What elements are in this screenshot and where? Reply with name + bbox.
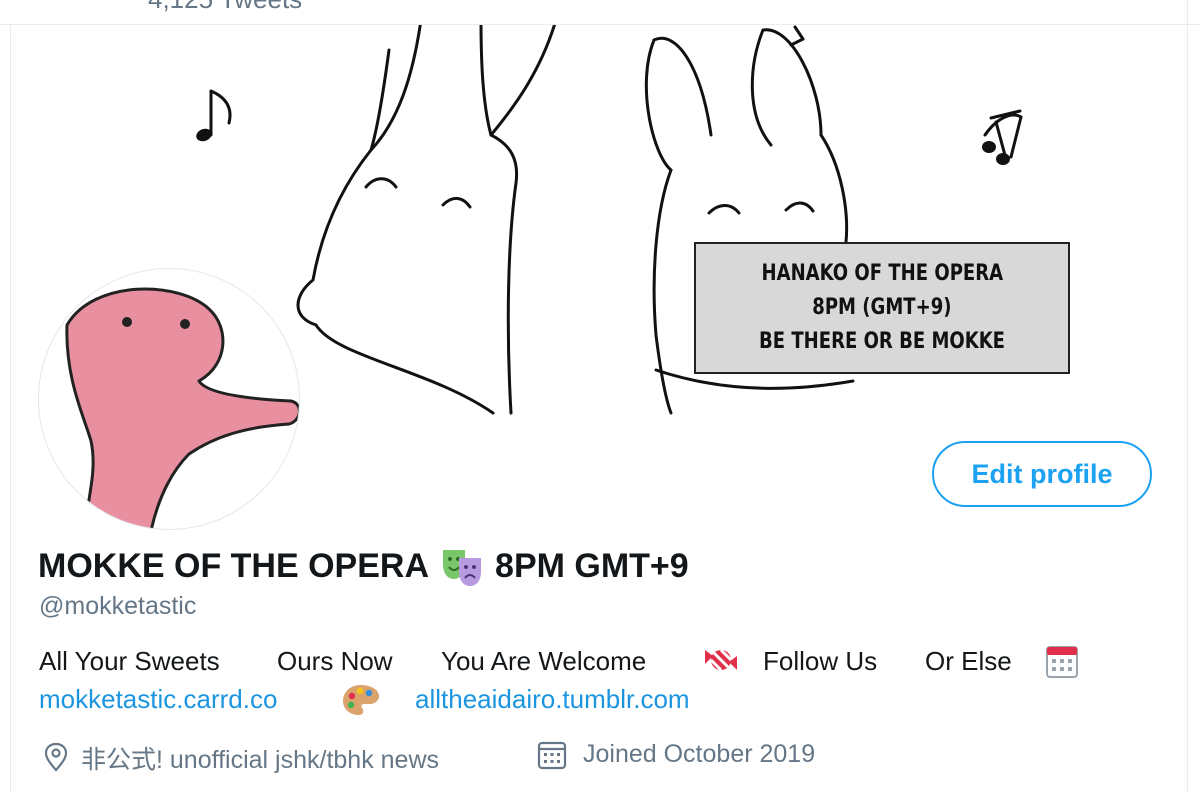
bio-phrase-3: You Are Welcome bbox=[441, 646, 647, 676]
edit-profile-button[interactable]: Edit profile bbox=[932, 441, 1152, 507]
performing-arts-masks-icon bbox=[439, 546, 485, 586]
carrd-link[interactable]: mokketastic.carrd.co bbox=[39, 684, 277, 715]
calendar-icon bbox=[1044, 642, 1080, 687]
tumblr-link[interactable]: alltheaidairo.tumblr.com bbox=[415, 684, 690, 715]
avatar-mokke-image bbox=[65, 287, 299, 529]
sign-line-2: 8PM (GMT+9) bbox=[812, 295, 952, 320]
frame-border-right bbox=[1187, 0, 1188, 792]
joined-date: Joined October 2019 bbox=[583, 740, 816, 768]
display-name: MOKKE OF THE OPERA 8PM GMT+9 bbox=[38, 542, 689, 590]
display-name-part-2: 8PM GMT+9 bbox=[495, 546, 689, 585]
bio-phrase-1: All Your Sweets bbox=[39, 646, 220, 676]
location-pin-icon bbox=[43, 742, 69, 779]
bio-phrase-4: Follow Us bbox=[763, 646, 878, 676]
joined-calendar-icon bbox=[537, 740, 567, 777]
bio-phrase-2: Ours Now bbox=[277, 646, 393, 676]
artist-palette-icon bbox=[341, 682, 381, 725]
username-handle: @mokketastic bbox=[39, 592, 197, 620]
banner-sign: HANAKO OF THE OPERA 8PM (GMT+9) BE THERE… bbox=[694, 242, 1070, 374]
avatar[interactable] bbox=[38, 268, 300, 530]
bio-phrase-5: Or Else bbox=[925, 646, 1012, 676]
top-bar: 4,125 Tweets bbox=[0, 0, 1200, 25]
display-name-part-1: MOKKE OF THE OPERA bbox=[38, 546, 430, 585]
tweet-count: 4,125 Tweets bbox=[148, 0, 302, 15]
sign-line-3: BE THERE OR BE MOKKE bbox=[758, 329, 1005, 354]
location-text: 非公式! unofficial jshk/tbhk news bbox=[81, 746, 440, 774]
candy-icon bbox=[701, 642, 741, 685]
sign-line-1: HANAKO OF THE OPERA bbox=[761, 261, 1003, 286]
